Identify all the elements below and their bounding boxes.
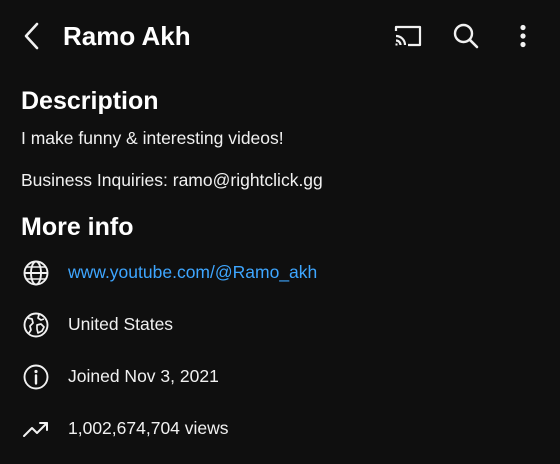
search-button[interactable] bbox=[448, 18, 484, 54]
globe-icon bbox=[21, 258, 51, 288]
location-text: United States bbox=[68, 314, 174, 334]
cast-icon bbox=[394, 25, 422, 47]
joined-date-text: Joined Nov 3, 2021 bbox=[68, 366, 219, 386]
channel-title: Ramo Akh bbox=[63, 21, 191, 51]
more-vertical-icon bbox=[520, 24, 526, 48]
cast-button[interactable] bbox=[390, 20, 426, 52]
info-row-views: 1,002,674,704 views bbox=[0, 406, 560, 450]
location-globe-icon bbox=[21, 310, 51, 340]
info-row-location: United States bbox=[0, 302, 560, 346]
description-line-2: Business Inquiries: ramo@rightclick.gg bbox=[21, 170, 323, 190]
search-icon bbox=[453, 23, 479, 49]
more-options-button[interactable] bbox=[508, 18, 538, 54]
info-row-link: www.youtube.com/@Ramo_akh bbox=[0, 250, 560, 294]
view-count-text: 1,002,674,704 views bbox=[68, 418, 229, 438]
channel-url-link[interactable]: www.youtube.com/@Ramo_akh bbox=[68, 260, 317, 284]
more-info-heading: More info bbox=[21, 213, 134, 241]
trending-up-icon bbox=[21, 414, 51, 444]
back-button[interactable] bbox=[14, 18, 50, 54]
top-app-bar: Ramo Akh bbox=[0, 0, 560, 72]
info-icon bbox=[21, 362, 51, 392]
description-heading: Description bbox=[21, 87, 159, 115]
info-row-joined: Joined Nov 3, 2021 bbox=[0, 354, 560, 398]
description-line-1: I make funny & interesting videos! bbox=[21, 128, 284, 148]
chevron-left-icon bbox=[24, 22, 39, 50]
